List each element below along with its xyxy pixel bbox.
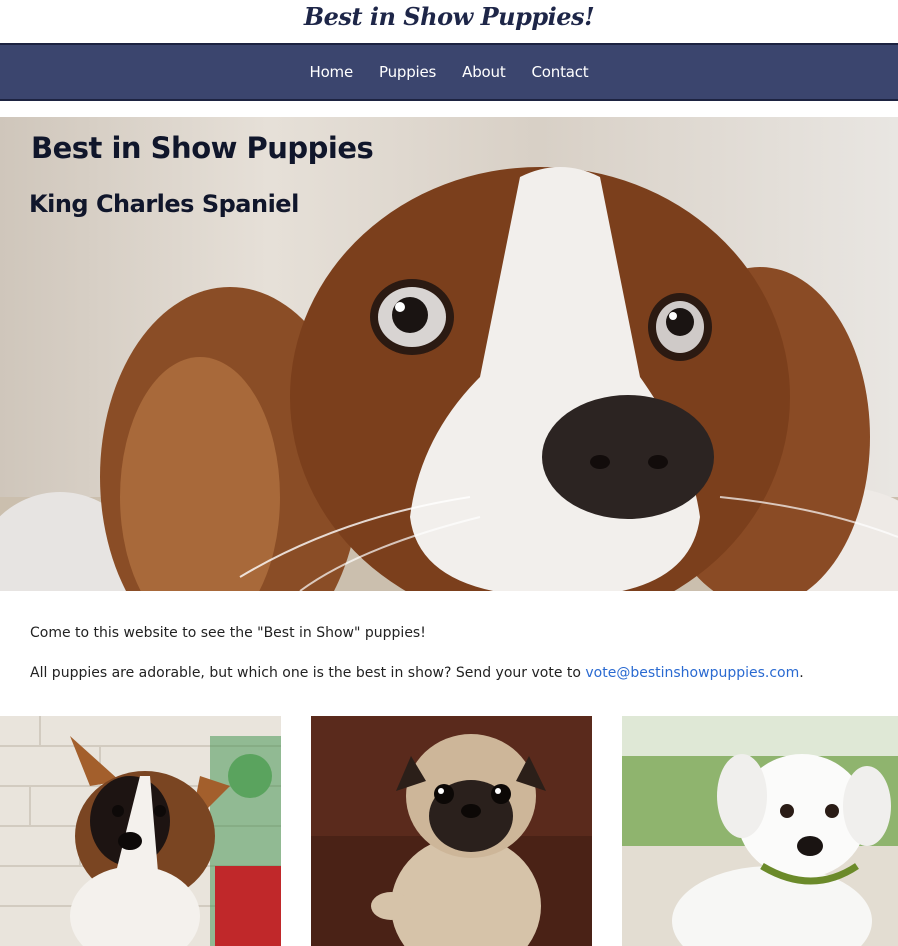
intro-section: Come to this website to see the "Best in… [30, 623, 870, 703]
intro-line-2-suffix: . [799, 665, 804, 681]
puppy-gallery [0, 716, 898, 946]
spaniel-hero-image [0, 167, 898, 591]
pug-puppy-photo [311, 716, 592, 946]
nav-about-link[interactable]: About [462, 63, 506, 81]
nav-puppies-link[interactable]: Puppies [379, 63, 436, 81]
puppy-card-corgi[interactable] [0, 716, 281, 946]
intro-line-2-text: All puppies are adorable, but which one … [30, 665, 586, 681]
nav-home-link[interactable]: Home [310, 63, 354, 81]
intro-line-2: All puppies are adorable, but which one … [30, 663, 870, 683]
puppy-card-white-puppy[interactable] [622, 716, 898, 946]
hero-subtitle: King Charles Spaniel [29, 190, 299, 218]
corgi-puppy-photo [0, 716, 281, 946]
puppy-card-pug[interactable] [311, 716, 592, 946]
intro-line-1: Come to this website to see the "Best in… [30, 625, 426, 641]
hero-banner: Best in Show Puppies King Charles Spanie… [0, 117, 898, 591]
hero-title: Best in Show Puppies [31, 131, 374, 165]
nav-contact-link[interactable]: Contact [532, 63, 589, 81]
site-title: Best in Show Puppies! [303, 2, 595, 31]
main-navbar: Home Puppies About Contact [0, 43, 898, 101]
white-puppy-photo [622, 716, 898, 946]
vote-email-link[interactable]: vote@bestinshowpuppies.com [585, 665, 799, 681]
